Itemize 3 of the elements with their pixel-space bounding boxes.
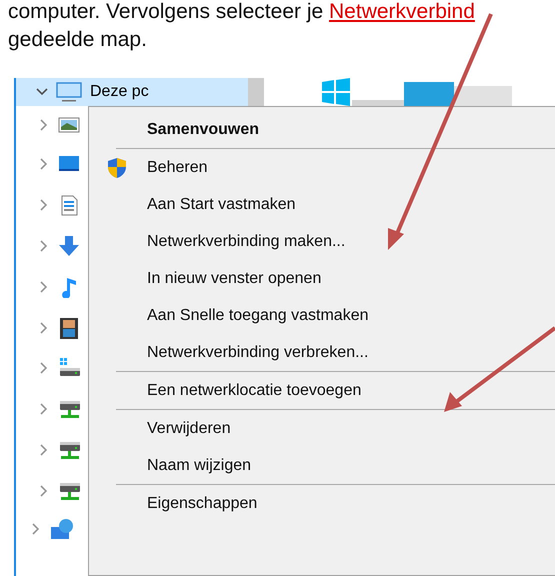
paragraph-text: computer. Vervolgens selecteer je Netwerkverbind xyxy=(8,0,476,24)
paragraph-text: gedeelde map. xyxy=(8,28,148,52)
tree-item-label: Deze pc xyxy=(90,83,149,101)
